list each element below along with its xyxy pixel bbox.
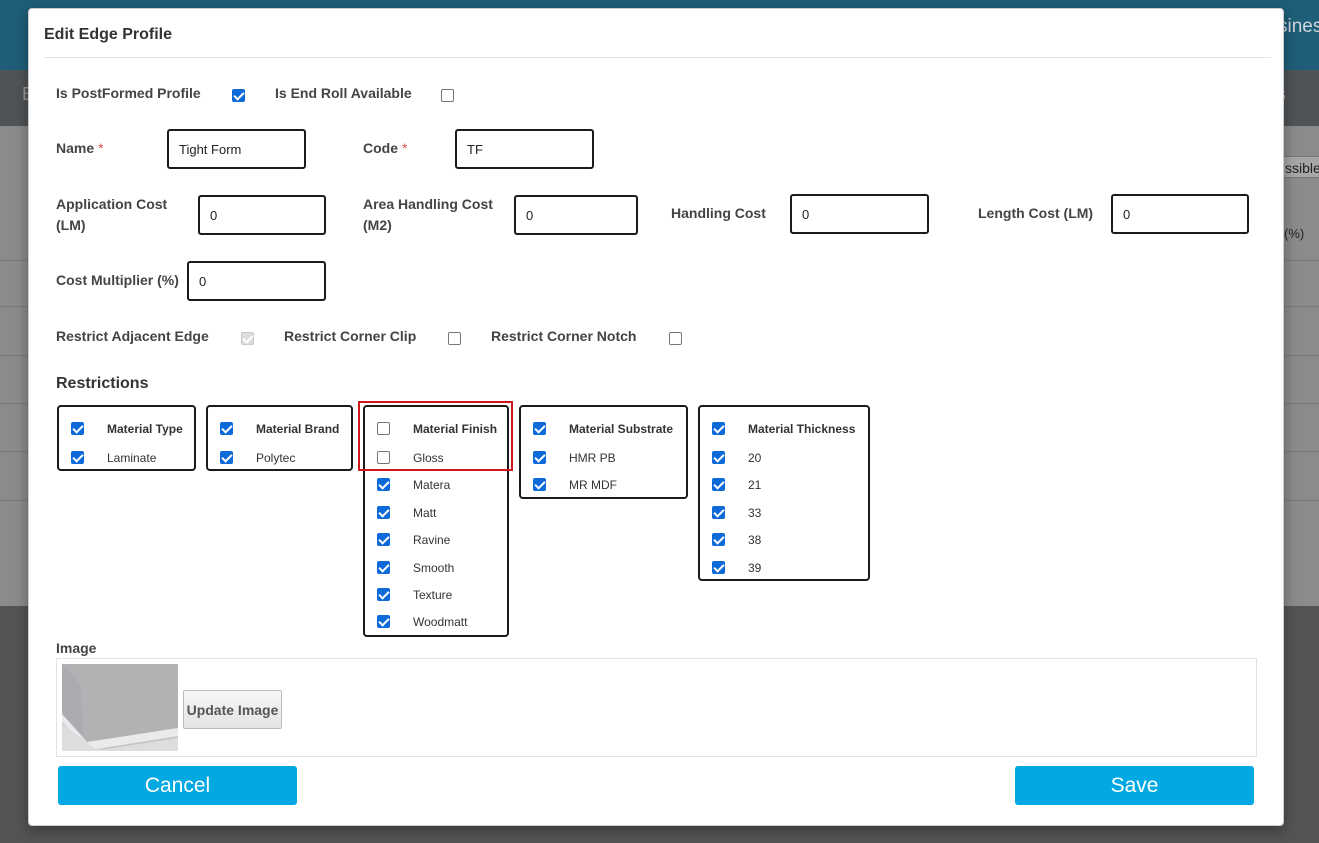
item-label: Woodmatt — [413, 615, 468, 629]
item-checkbox[interactable] — [712, 451, 725, 464]
application-cost-input[interactable] — [198, 195, 326, 235]
bg-button-partial: ssible — [1280, 156, 1319, 178]
restrict-adjacent-edge-checkbox[interactable] — [241, 332, 254, 345]
item-checkbox[interactable] — [712, 533, 725, 546]
edge-profile-thumbnail — [62, 664, 178, 751]
item-checkbox[interactable] — [220, 451, 233, 464]
area-handling-cost-input[interactable] — [514, 195, 638, 235]
bg-header-text: sines — [1278, 16, 1319, 37]
required-marker: * — [402, 140, 408, 156]
item-label: Matera — [413, 478, 451, 492]
handling-cost-input[interactable] — [790, 194, 929, 234]
item-label: Smooth — [413, 561, 455, 575]
item-checkbox[interactable] — [377, 561, 390, 574]
item-checkbox[interactable] — [377, 506, 390, 519]
is-postformed-checkbox[interactable] — [232, 89, 245, 102]
restrictions-heading: Restrictions — [56, 375, 149, 392]
item-label: 39 — [748, 561, 762, 575]
item-checkbox[interactable] — [377, 478, 390, 491]
name-input[interactable] — [167, 129, 306, 169]
item-label: Laminate — [107, 451, 157, 465]
item-checkbox[interactable] — [533, 451, 546, 464]
restrict-corner-clip-label: Restrict Corner Clip — [284, 328, 417, 344]
item-label: 38 — [748, 533, 762, 547]
cancel-button[interactable]: Cancel — [58, 766, 297, 805]
area-handling-cost-label: Area Handling Cost (M2) — [363, 196, 493, 233]
is-postformed-label: Is PostFormed Profile — [56, 85, 201, 101]
item-label: Matt — [413, 506, 437, 520]
group-header-label: Material Substrate — [569, 422, 674, 436]
is-end-roll-label: Is End Roll Available — [275, 85, 412, 101]
item-checkbox[interactable] — [712, 506, 725, 519]
image-panel: Update Image — [56, 658, 1257, 757]
length-cost-label: Length Cost (LM) — [978, 205, 1094, 221]
application-cost-label: Application Cost (LM) — [56, 196, 168, 233]
item-label: Texture — [413, 588, 453, 602]
cost-multiplier-input[interactable] — [187, 261, 326, 301]
restrict-adjacent-edge-label: Restrict Adjacent Edge — [56, 328, 209, 344]
material-brand-all-checkbox[interactable] — [220, 422, 233, 435]
cost-multiplier-label: Cost Multiplier (%) — [56, 272, 179, 288]
material-type-group: Material Type Laminate — [57, 405, 196, 471]
material-substrate-group: Material Substrate HMR PB MR MDF — [519, 405, 688, 499]
image-label: Image — [56, 640, 97, 656]
bg-percent-text: (%) — [1284, 226, 1305, 241]
item-checkbox[interactable] — [377, 588, 390, 601]
item-label: HMR PB — [569, 451, 616, 465]
edit-edge-profile-dialog: Edit Edge Profile Is PostFormed Profile … — [28, 8, 1284, 826]
required-marker: * — [98, 140, 104, 156]
update-image-button[interactable]: Update Image — [183, 690, 282, 729]
material-thickness-all-checkbox[interactable] — [712, 422, 725, 435]
code-label: Code * — [363, 140, 408, 156]
restrict-corner-notch-checkbox[interactable] — [669, 332, 682, 345]
item-label: 21 — [748, 478, 762, 492]
material-thickness-group: Material Thickness 20 21 33 38 39 — [698, 405, 870, 581]
name-label: Name * — [56, 140, 104, 156]
item-checkbox[interactable] — [377, 533, 390, 546]
title-divider — [44, 57, 1271, 58]
restrict-corner-notch-label: Restrict Corner Notch — [491, 328, 637, 344]
material-type-all-checkbox[interactable] — [71, 422, 84, 435]
is-end-roll-checkbox[interactable] — [441, 89, 454, 102]
item-label: MR MDF — [569, 478, 617, 492]
group-header-label: Material Brand — [256, 422, 340, 436]
group-header-label: Material Thickness — [748, 422, 856, 436]
material-substrate-all-checkbox[interactable] — [533, 422, 546, 435]
item-checkbox[interactable] — [712, 561, 725, 574]
restrict-corner-clip-checkbox[interactable] — [448, 332, 461, 345]
code-input[interactable] — [455, 129, 594, 169]
save-button[interactable]: Save — [1015, 766, 1254, 805]
item-label: Polytec — [256, 451, 296, 465]
group-header-label: Material Type — [107, 422, 183, 436]
highlight-box — [358, 401, 513, 471]
item-label: Ravine — [413, 533, 451, 547]
item-label: 33 — [748, 506, 762, 520]
item-checkbox[interactable] — [533, 478, 546, 491]
length-cost-input[interactable] — [1111, 194, 1249, 234]
item-checkbox[interactable] — [71, 451, 84, 464]
material-brand-group: Material Brand Polytec — [206, 405, 353, 471]
dialog-title: Edit Edge Profile — [44, 26, 173, 43]
item-checkbox[interactable] — [377, 615, 390, 628]
item-label: 20 — [748, 451, 762, 465]
item-checkbox[interactable] — [712, 478, 725, 491]
handling-cost-label: Handling Cost — [671, 205, 766, 221]
